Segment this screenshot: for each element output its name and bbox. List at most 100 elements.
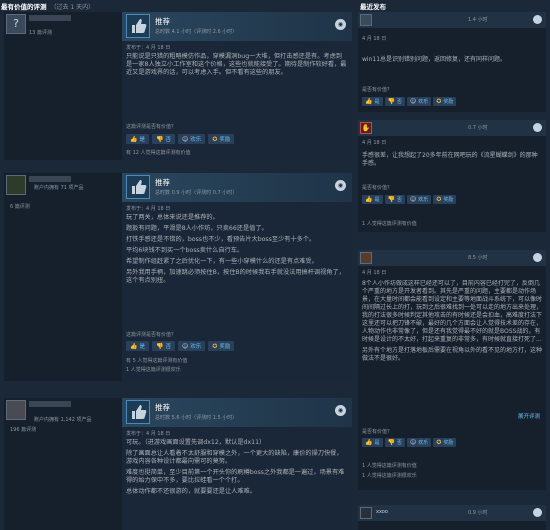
award-button[interactable]: ✪ 奖励 bbox=[433, 97, 457, 106]
award-button[interactable]: ✪ 奖励 bbox=[433, 195, 457, 204]
avatar[interactable] bbox=[360, 507, 372, 519]
playtime: 总时数 0.9 小时（评测时 0.7 小时） bbox=[155, 190, 238, 196]
vote-funny-button[interactable]: ☺ 欢乐 bbox=[178, 341, 206, 351]
review-paragraph: 除了画面总让人看着不太舒服和穿模之外，一个更大的缺陷，康价的操刀快餐，游戏内容各… bbox=[126, 450, 343, 465]
vote-yes-button[interactable]: 👍 是 bbox=[126, 134, 149, 144]
recent-review-card: 1.4 小时 4 月 18 日 win11总是识别错别问题，返回修复，还有同样问… bbox=[358, 12, 546, 112]
vote-yes-button[interactable]: 👍 是 bbox=[362, 97, 383, 106]
review-author: 账户内拥有 71 项产品 6 篇评测 bbox=[4, 173, 116, 381]
posted-date: 4 月 18 日 bbox=[362, 36, 387, 42]
playtime: 总时数 4.1 小时（评测时 2.6 小时） bbox=[155, 29, 238, 35]
award-label: 奖励 bbox=[443, 197, 454, 203]
review-card: ? 13 篇评测 推荐 总时数 4.1 小时（评测时 2.6 小时） ◉ 发布于… bbox=[4, 12, 352, 160]
review-paragraph: 可玩。（进游戏画面设置先调dx12，默认是dx11） bbox=[126, 439, 266, 446]
recent-review-header[interactable]: ✋ 0.7 小时 bbox=[358, 120, 546, 136]
vote-funny-button[interactable]: ☺ 欢乐 bbox=[178, 134, 206, 144]
recent-review-header[interactable]: 8.5 小时 bbox=[358, 250, 546, 266]
author-review-count[interactable]: 196 篇评测 bbox=[10, 426, 36, 433]
review-paragraph: win11总是识别错别问题，返回修复，还有同样问题。 bbox=[362, 56, 507, 63]
author-product-count[interactable]: 账户内拥有 71 项产品 bbox=[34, 184, 84, 191]
award-icon: ✪ bbox=[212, 342, 218, 350]
avatar[interactable] bbox=[360, 252, 372, 264]
award-label: 奖励 bbox=[219, 137, 231, 143]
review-paragraph: 打铁手感还是不错的，boss也不少，看预告片大boss至少有十多个。 bbox=[126, 236, 316, 243]
time-range-label: （过去 1 天内） bbox=[50, 4, 95, 11]
award-button[interactable]: ✪ 奖励 bbox=[433, 438, 457, 447]
smile-icon: ☺ bbox=[410, 439, 417, 446]
review-verdict-bar[interactable]: 推荐 总时数 0.9 小时（评测时 0.7 小时） ◉ bbox=[122, 173, 352, 202]
vote-no-label: 否 bbox=[396, 197, 402, 203]
funny-count: 1 人觉得这篇评测很欢乐 bbox=[362, 473, 417, 479]
vote-buttons: 👍 是 👎 否 ☺ 欢乐 ✪ 奖励 bbox=[126, 341, 235, 351]
author-review-count[interactable]: 13 篇评测 bbox=[29, 29, 52, 36]
thumbs-up-icon: 👍 bbox=[365, 98, 373, 105]
review-paragraph: 手感很差，让我想起了20多年前在网吧玩的《流星蝴蝶剑》的那种手感。 bbox=[362, 152, 538, 167]
award-button[interactable]: ✪ 奖励 bbox=[208, 134, 235, 144]
playtime: 0.9 小时 bbox=[468, 510, 488, 516]
vote-buttons: 👍 是 👎 否 ☺ 欢乐 ✪ 奖励 bbox=[126, 134, 235, 144]
thumbs-down-icon: 👎 bbox=[387, 98, 395, 105]
avatar[interactable] bbox=[6, 175, 26, 195]
review-verdict-bar[interactable]: 推荐 总时数 5.6 小时（评测时 1.5 小时） ◉ bbox=[122, 398, 352, 427]
author-product-count[interactable]: 账户内拥有 1,142 项产品 bbox=[34, 416, 92, 423]
review-verdict-bar[interactable]: 推荐 总时数 4.1 小时（评测时 2.6 小时） ◉ bbox=[122, 12, 352, 41]
review-content: 8个人小作坊做成这样已经还可以了，目前内容已经打完了，反倒几个严重的地方是开发者… bbox=[362, 280, 542, 410]
review-paragraph: 另外有个地方是打落地板后需要在视角以外的看不见的地方打，这种做法不是很好。 bbox=[362, 347, 542, 362]
author-name[interactable] bbox=[29, 15, 71, 21]
avatar[interactable]: ? bbox=[6, 14, 26, 34]
vote-funny-button[interactable]: ☺ 欢乐 bbox=[407, 195, 432, 204]
review-body: 推荐 总时数 4.1 小时（评测时 2.6 小时） ◉ 发布于：4 月 18 日… bbox=[122, 12, 352, 160]
vote-buttons: 👍 是 👎 否 ☺ 欢乐 ✪ 奖励 bbox=[362, 438, 457, 447]
vote-no-button[interactable]: 👎 否 bbox=[152, 341, 175, 351]
thumbs-down-icon: 👎 bbox=[387, 439, 395, 446]
recent-review-header[interactable]: 1.4 小时 bbox=[358, 12, 546, 28]
verdict-label: 推荐 bbox=[155, 17, 170, 26]
helpful-question: 这篇评测是否有价值？ bbox=[126, 124, 177, 130]
review-content: 玩了两关，总体来说还是推荐的。 题扳有问题，平滑是8人小作坊，只卖66还是值了。… bbox=[126, 214, 348, 288]
review-content: 只能说是只猎的粗略模仿作品，穿模漏洞bug一大堆，但打击感还是有。考虑到是一家8… bbox=[126, 53, 348, 80]
vote-yes-button[interactable]: 👍 是 bbox=[362, 195, 383, 204]
vote-funny-label: 欢乐 bbox=[190, 137, 202, 143]
review-body: 推荐 总时数 5.6 小时（评测时 1.5 小时） ◉ 发布于：4 月 18 日… bbox=[122, 398, 352, 530]
author-name[interactable]: xxoo bbox=[376, 509, 388, 515]
vote-buttons: 👍 是 👎 否 ☺ 欢乐 ✪ 奖励 bbox=[362, 97, 457, 106]
thumbs-down-icon: 👎 bbox=[156, 342, 164, 350]
steam-icon bbox=[533, 15, 542, 24]
review-paragraph: 另外我用手柄，加速跳必须按住B，按住B的时候我右手就没法用搞杆调视角了，这个有点… bbox=[126, 269, 345, 284]
author-review-count[interactable]: 6 篇评测 bbox=[10, 203, 30, 210]
vote-no-button[interactable]: 👎 否 bbox=[384, 438, 405, 447]
vote-no-label: 否 bbox=[165, 344, 171, 350]
avatar[interactable] bbox=[360, 14, 372, 26]
expand-review-link[interactable]: 展开评测 bbox=[518, 412, 540, 420]
award-label: 奖励 bbox=[443, 99, 454, 105]
thumbs-up-icon: 👍 bbox=[130, 135, 138, 143]
thumbs-up-icon: 👍 bbox=[365, 439, 373, 446]
avatar[interactable] bbox=[6, 400, 26, 420]
recent-review-header[interactable]: xxoo 0.9 小时 bbox=[358, 505, 546, 521]
review-author: ? 13 篇评测 bbox=[4, 12, 116, 160]
vote-buttons: 👍 是 👎 否 ☺ 欢乐 ✪ 奖励 bbox=[362, 195, 457, 204]
vote-no-button[interactable]: 👎 否 bbox=[152, 134, 175, 144]
thumbs-up-icon bbox=[126, 175, 150, 199]
award-button[interactable]: ✪ 奖励 bbox=[208, 341, 235, 351]
vote-yes-button[interactable]: 👍 是 bbox=[126, 341, 149, 351]
playtime: 总时数 5.6 小时（评测时 1.5 小时） bbox=[155, 415, 238, 421]
recent-review-card: ✋ 0.7 小时 4 月 18 日 手感很差，让我想起了20多年前在网吧玩的《流… bbox=[358, 120, 546, 232]
vote-no-button[interactable]: 👎 否 bbox=[384, 97, 405, 106]
vote-yes-button[interactable]: 👍 是 bbox=[362, 438, 383, 447]
vote-no-button[interactable]: 👎 否 bbox=[384, 195, 405, 204]
review-paragraph: 难度也挺简单，至少目前第一个开头你的刷樽boss之外我都是一遍过，场景有难得的始… bbox=[126, 469, 345, 484]
review-paragraph: 总体动作都不还很游的，就要要还是让人难难。 bbox=[126, 488, 256, 495]
vote-funny-button[interactable]: ☺ 欢乐 bbox=[407, 438, 432, 447]
posted-date: 4 月 18 日 bbox=[362, 140, 387, 146]
author-name[interactable] bbox=[29, 176, 71, 182]
review-paragraph: 题扳有问题，平滑是8人小作坊，只卖66还是值了。 bbox=[126, 225, 268, 232]
thumbs-down-icon: 👎 bbox=[387, 196, 395, 203]
author-name[interactable] bbox=[29, 401, 71, 407]
posted-date: 发布于：4 月 18 日 bbox=[126, 431, 171, 437]
most-helpful-title-text: 最有价值的评测 bbox=[1, 3, 47, 11]
vote-funny-label: 欢乐 bbox=[418, 197, 429, 203]
vote-funny-button[interactable]: ☺ 欢乐 bbox=[407, 97, 432, 106]
steam-icon: ◉ bbox=[335, 405, 346, 416]
review-content: 可玩。（进游戏画面设置先调dx12，默认是dx11） 除了画面总让人看着不太舒服… bbox=[126, 439, 348, 499]
